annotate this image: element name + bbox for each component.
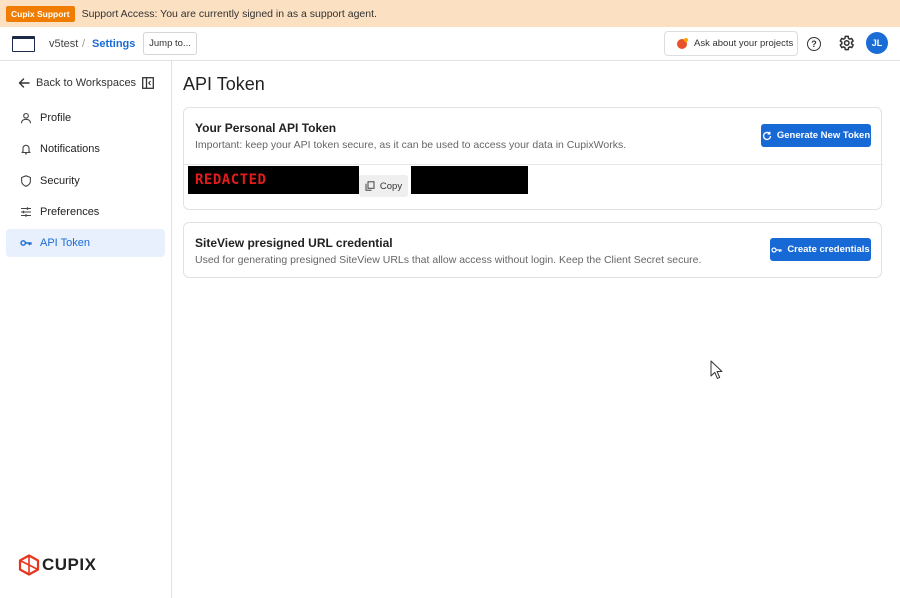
app-grid-icon[interactable] — [12, 36, 35, 52]
page-title: API Token — [183, 74, 265, 94]
copy-icon — [365, 181, 375, 191]
sidebar-item-label: Preferences — [40, 206, 100, 218]
back-to-workspaces-link[interactable]: Back to Workspaces — [18, 77, 136, 89]
shield-icon — [21, 175, 31, 187]
personal-token-description: Important: keep your API token secure, a… — [195, 139, 627, 151]
token-row: REDACTED Copy — [184, 164, 883, 210]
key-icon — [20, 240, 32, 246]
sidebar-item-security[interactable]: Security — [6, 167, 165, 195]
cupix-logo-icon — [18, 554, 40, 576]
support-badge: Cupix Support — [6, 5, 75, 22]
collapse-sidebar-icon[interactable] — [142, 77, 154, 89]
refresh-icon — [762, 131, 772, 140]
personal-api-token-card: Your Personal API Token Important: keep … — [183, 107, 883, 210]
user-icon — [20, 112, 32, 124]
sidebar-item-notifications[interactable]: Notifications — [6, 135, 165, 163]
create-credentials-button[interactable]: Create credentials — [770, 238, 871, 261]
cupix-logo-text: CUPIX — [42, 555, 97, 574]
generate-new-token-label: Generate New Token — [776, 130, 871, 141]
ask-projects-label: Ask about your projects — [694, 38, 794, 49]
avatar[interactable]: JL — [866, 32, 888, 54]
main-content: API Token Your Personal API Token Import… — [172, 61, 900, 598]
sidebar-item-label: Security — [40, 175, 80, 187]
redacted-block — [411, 166, 528, 194]
breadcrumb-workspace[interactable]: v5test — [49, 38, 78, 50]
sidebar-item-label: Notifications — [40, 143, 100, 155]
support-message: Support Access: You are currently signed… — [81, 7, 377, 20]
api-token-value: REDACTED — [188, 166, 359, 194]
cupix-logo: CUPIX — [18, 554, 96, 576]
siteview-credential-description: Used for generating presigned SiteView U… — [195, 254, 702, 266]
ai-assistant-icon — [677, 37, 688, 49]
settings-sidebar: Back to Workspaces Profile Notifications… — [0, 61, 172, 598]
personal-token-title: Your Personal API Token — [195, 121, 337, 135]
sidebar-item-label: Profile — [40, 112, 72, 124]
siteview-credential-title: SiteView presigned URL credential — [195, 236, 393, 250]
sidebar-item-api-token[interactable]: API Token — [6, 229, 165, 257]
copy-label: Copy — [379, 180, 403, 192]
sliders-icon — [21, 207, 31, 217]
back-to-workspaces-label: Back to Workspaces — [36, 77, 137, 89]
copy-token-button[interactable]: Copy — [359, 175, 408, 197]
sidebar-item-profile[interactable]: Profile — [6, 104, 165, 132]
mouse-cursor-icon — [710, 360, 723, 379]
sidebar-item-preferences[interactable]: Preferences — [6, 198, 165, 226]
siteview-credential-card: SiteView presigned URL credential Used f… — [183, 222, 882, 278]
sidebar-item-label: API Token — [40, 237, 90, 249]
top-bar: v5test / Settings Jump to... Ask about y… — [0, 27, 900, 61]
breadcrumb-separator: / — [82, 38, 86, 50]
help-icon[interactable]: ? — [807, 37, 821, 51]
key-icon — [771, 246, 782, 253]
generate-new-token-button[interactable]: Generate New Token — [761, 124, 871, 147]
arrow-left-icon — [18, 78, 30, 88]
bell-icon — [21, 144, 31, 155]
support-banner: Cupix Support Support Access: You are cu… — [0, 0, 900, 27]
breadcrumb-settings[interactable]: Settings — [92, 38, 135, 50]
gear-icon[interactable] — [837, 34, 855, 52]
create-credentials-label: Create credentials — [787, 244, 870, 255]
ask-projects-button[interactable]: Ask about your projects — [664, 31, 798, 56]
jump-to-button[interactable]: Jump to... — [143, 32, 197, 55]
